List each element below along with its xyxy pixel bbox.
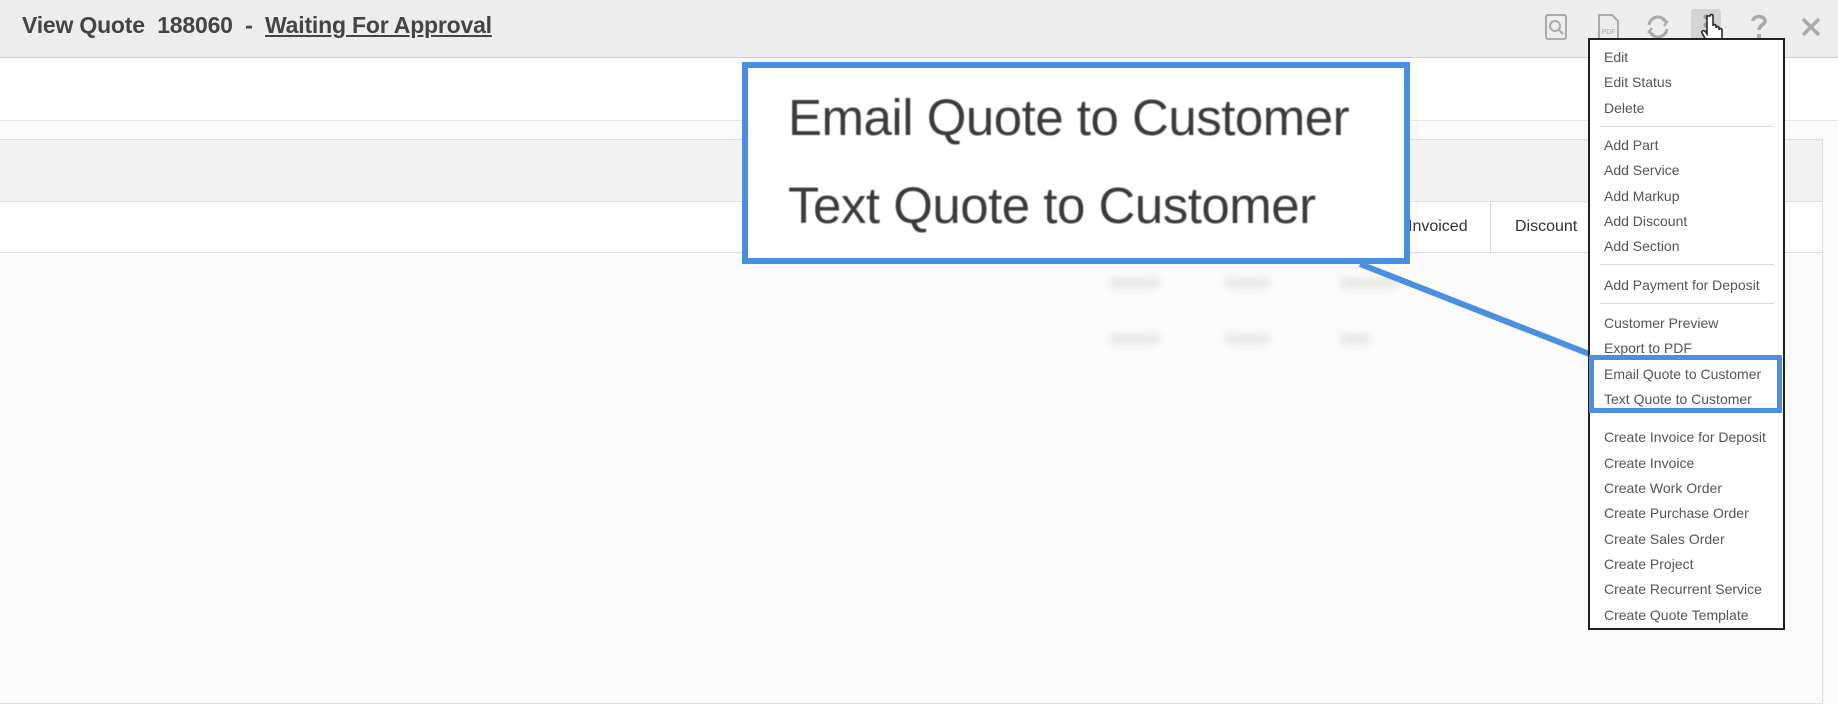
column-divider <box>1490 202 1491 252</box>
page-header: View Quote 188060 - Waiting For Approval… <box>0 0 1838 58</box>
menu-item-delete[interactable]: Delete <box>1604 98 1644 118</box>
callout-email-text: Email Quote to Customer <box>788 89 1350 146</box>
blurred-cell <box>1225 278 1270 288</box>
menu-item-add-section[interactable]: Add Section <box>1604 236 1680 256</box>
menu-item-create-project[interactable]: Create Project <box>1604 554 1693 574</box>
callout-text-text: Text Quote to Customer <box>788 177 1316 234</box>
blurred-cell <box>1225 334 1270 344</box>
menu-divider <box>1600 303 1774 304</box>
menu-divider <box>1600 264 1774 265</box>
blurred-cell <box>1110 278 1160 288</box>
title-separator: - <box>245 12 253 38</box>
zoom-callout: Email Quote to Customer Text Quote to Cu… <box>742 62 1410 264</box>
menu-item-edit[interactable]: Edit <box>1604 47 1628 67</box>
blurred-cell <box>1110 334 1160 344</box>
menu-item-add-markup[interactable]: Add Markup <box>1604 186 1679 206</box>
blurred-cell <box>1340 278 1400 288</box>
title-prefix: View Quote <box>22 12 145 38</box>
menu-item-add-payment-deposit[interactable]: Add Payment for Deposit <box>1604 275 1760 295</box>
preview-icon[interactable] <box>1538 9 1574 45</box>
actions-menu: Edit Edit Status Delete Add Part Add Ser… <box>1588 38 1785 630</box>
menu-item-create-work-order[interactable]: Create Work Order <box>1604 478 1722 498</box>
svg-text:PDF: PDF <box>1602 29 1616 36</box>
menu-item-add-service[interactable]: Add Service <box>1604 160 1679 180</box>
column-discount: Discount <box>1515 218 1578 235</box>
menu-item-create-recurrent-service[interactable]: Create Recurrent Service <box>1604 579 1762 599</box>
close-icon[interactable] <box>1793 9 1829 45</box>
menu-item-add-part[interactable]: Add Part <box>1604 135 1658 155</box>
blurred-cell <box>1340 334 1370 344</box>
menu-item-customer-preview[interactable]: Customer Preview <box>1604 313 1718 333</box>
menu-item-create-invoice[interactable]: Create Invoice <box>1604 453 1694 473</box>
status-link[interactable]: Waiting For Approval <box>265 12 492 38</box>
column-invoiced: Invoiced <box>1408 218 1468 235</box>
menu-item-create-invoice-deposit[interactable]: Create Invoice for Deposit <box>1604 427 1766 447</box>
menu-item-edit-status[interactable]: Edit Status <box>1604 72 1672 92</box>
page-title: View Quote 188060 - Waiting For Approval <box>22 12 492 39</box>
menu-item-create-sales-order[interactable]: Create Sales Order <box>1604 529 1725 549</box>
menu-divider <box>1600 126 1774 127</box>
menu-item-add-discount[interactable]: Add Discount <box>1604 211 1687 231</box>
highlight-box <box>1589 355 1782 413</box>
quote-number: 188060 <box>157 12 233 38</box>
menu-item-create-purchase-order[interactable]: Create Purchase Order <box>1604 503 1749 523</box>
menu-item-create-quote-template[interactable]: Create Quote Template <box>1604 605 1749 625</box>
